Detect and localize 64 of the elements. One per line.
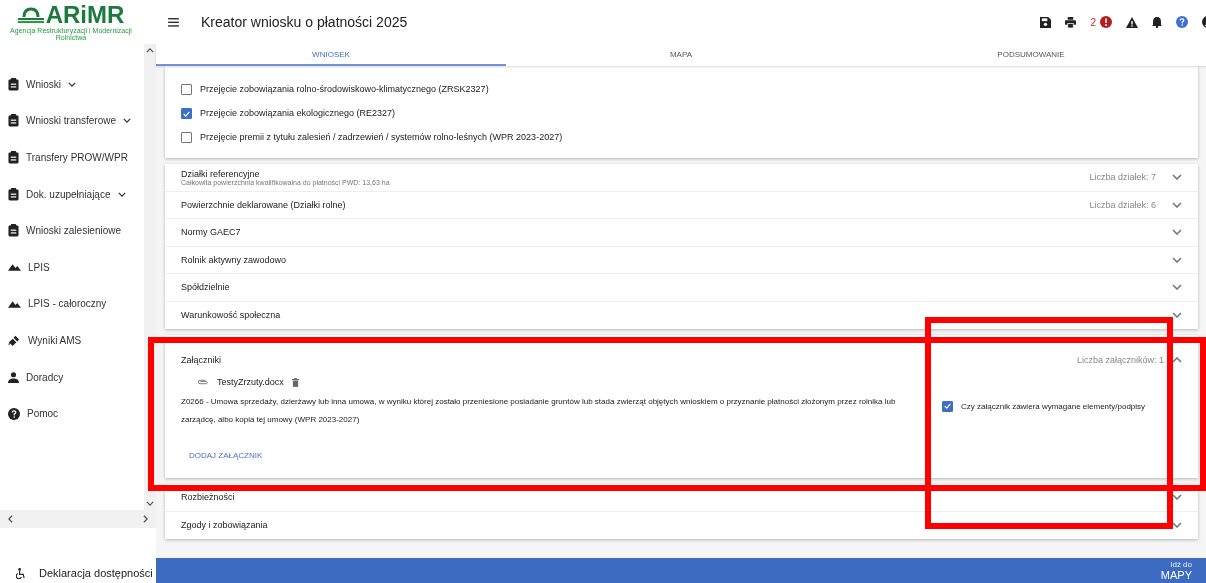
- clipboard-icon: [8, 151, 19, 164]
- checkbox-label: Przejęcie premii z tytułu zalesień / zadrzewień / systemów rolno-leśnych (WPR 2023-2027): [200, 131, 563, 144]
- satellite-icon: [8, 333, 21, 347]
- clipboard-icon: [8, 187, 19, 201]
- clipboard-icon: [8, 114, 19, 128]
- checkbox-label: Przejęcie zobowiązania ekologicznego (RE2327): [200, 107, 396, 120]
- page-title: Kreator wniosku o płatności 2025: [201, 14, 408, 30]
- sidebar-item[interactable]: Doradcy: [0, 358, 144, 396]
- section-title[interactable]: Warunkowość społeczna: [181, 310, 281, 321]
- sidebar-item[interactable]: Wnioski zalesieniowe: [0, 212, 144, 249]
- menu-icon[interactable]: [168, 17, 179, 27]
- sidebar-item[interactable]: Wyniki AMS: [0, 322, 144, 359]
- bell-icon[interactable]: [1152, 16, 1162, 28]
- error-count: 2: [1090, 16, 1096, 28]
- warning-icon[interactable]: [1126, 16, 1138, 28]
- file-name[interactable]: TestyZrzuty.docx: [217, 377, 284, 387]
- paperclip-icon: [197, 379, 209, 385]
- attachment-description: Z0266 - Umowa sprzedaży, dzierżawy lub inna umowa, w wyniku której zostało przeniesione posiadanie gruntów lub stada zwierząt objętych wnioskiem o przyznanie płatności złożonym przez rolnika lub zarządcę, albo kopia tej umowy (WPR 2023-2027): [181, 396, 897, 426]
- scroll-right-icon[interactable]: [143, 515, 148, 523]
- checkbox[interactable]: [181, 132, 192, 143]
- sidebar-item[interactable]: LPIS - całoroczny: [0, 285, 144, 323]
- section-title[interactable]: Normy GAEC7: [181, 227, 241, 238]
- clipboard-icon: [8, 224, 19, 238]
- checkbox[interactable]: [181, 84, 192, 95]
- section-title[interactable]: Działki referencyjne: [181, 168, 390, 179]
- person-icon: [8, 371, 19, 383]
- print-icon[interactable]: [1065, 16, 1077, 28]
- error-icon[interactable]: [1100, 16, 1112, 28]
- checkbox[interactable]: [181, 108, 192, 119]
- section-title[interactable]: Rozbieżności: [181, 492, 235, 503]
- save-icon[interactable]: [1040, 16, 1052, 28]
- add-attachment-button[interactable]: DODAJ ZAŁĄCZNIK: [181, 447, 271, 464]
- sidebar-item[interactable]: Wnioski transferowe: [0, 102, 144, 140]
- count-label: Liczba załączników: 1: [1076, 355, 1164, 365]
- bottom-bar[interactable]: Idź do MAPY: [156, 558, 1206, 583]
- clipboard-icon: [8, 77, 19, 91]
- scroll-up-icon[interactable]: [146, 48, 154, 53]
- checkbox[interactable]: [942, 400, 953, 412]
- sidebar-item[interactable]: Pomoc: [0, 395, 144, 432]
- section-title[interactable]: Spółdzielnie: [181, 282, 230, 293]
- sidebar-item[interactable]: Dok. uzupełniające: [0, 175, 144, 213]
- section-title[interactable]: Załączniki: [181, 355, 221, 365]
- tab[interactable]: MAPA: [506, 44, 856, 66]
- mountain-icon: [8, 299, 21, 308]
- mountain-icon: [8, 263, 21, 272]
- sidebar-item[interactable]: Transfery PROW/WPR: [0, 139, 144, 176]
- section-title[interactable]: Zgody i zobowiązania: [181, 520, 268, 531]
- help-icon[interactable]: [1176, 16, 1188, 28]
- sidebar-item[interactable]: Wnioski: [0, 66, 144, 103]
- checkbox-label: Czy załącznik zawiera wymagane elementy/podpisy: [961, 401, 1146, 411]
- scroll-left-icon[interactable]: [8, 515, 13, 523]
- count-label: Liczba działek: 7: [1089, 172, 1156, 183]
- help-icon: [8, 407, 20, 420]
- accessibility-link[interactable]: Deklaracja dostępności: [39, 567, 153, 579]
- sidebar-item[interactable]: LPIS: [0, 248, 144, 286]
- scroll-down-icon[interactable]: [146, 501, 154, 506]
- trash-icon[interactable]: [291, 377, 299, 387]
- section-title[interactable]: Powierzchnie deklarowane (Działki rolne): [181, 199, 346, 210]
- accessibility-icon: [16, 567, 25, 579]
- tab[interactable]: PODSUMOWANIE: [856, 44, 1206, 66]
- section-title[interactable]: Rolnik aktywny zawodowo: [181, 254, 287, 265]
- count-label: Liczba działek: 6: [1089, 199, 1156, 210]
- scrollbar[interactable]: [0, 510, 156, 528]
- checkbox-label: Przejęcie zobowiązania rolno-środowiskowo-klimatycznego (ZRSK2327): [200, 83, 489, 96]
